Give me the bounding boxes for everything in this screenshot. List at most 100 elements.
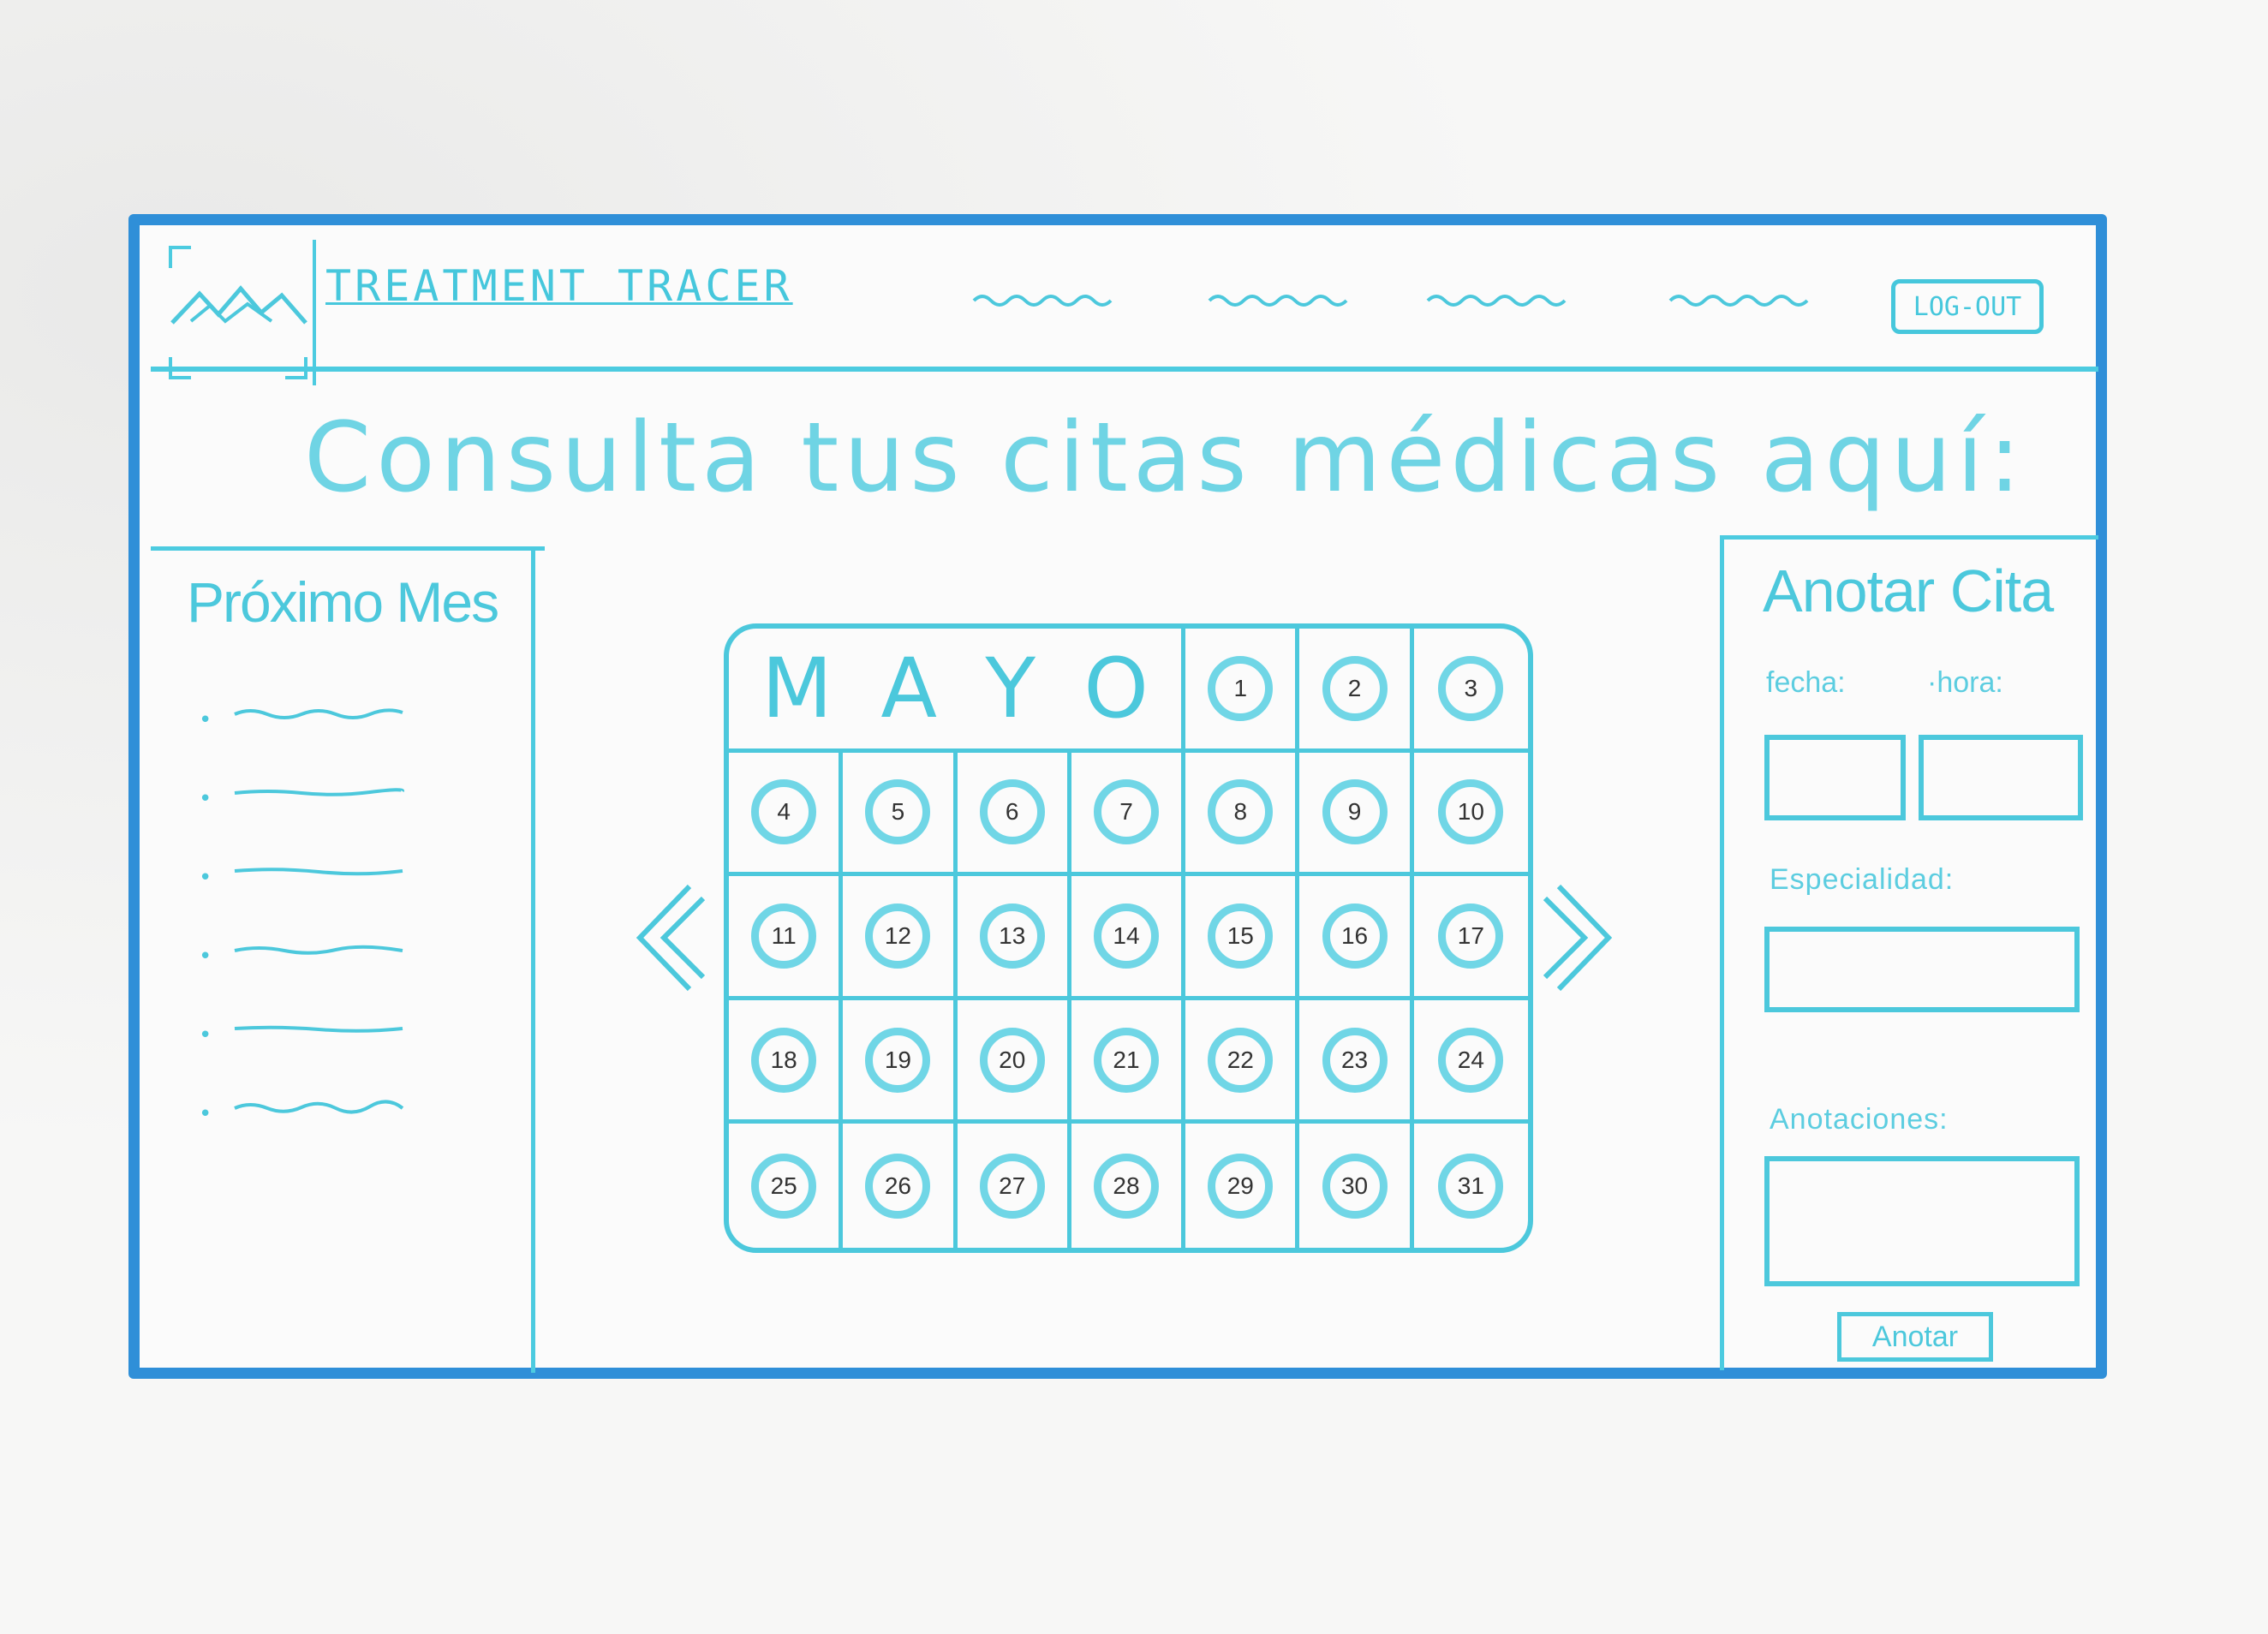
calendar-day-cell[interactable]: 14	[1071, 876, 1186, 1000]
day-21[interactable]: 21	[1093, 1027, 1159, 1093]
day-3[interactable]: 3	[1438, 655, 1504, 721]
calendar-day-cell[interactable]: 7	[1071, 752, 1186, 877]
calendar-day-cell[interactable]: 24	[1413, 1000, 1528, 1124]
chevron-left-icon[interactable]	[630, 878, 707, 998]
month-letter: O	[1083, 640, 1149, 736]
calendar-day-cell[interactable]: 22	[1185, 999, 1300, 1124]
day-8[interactable]: 8	[1208, 779, 1274, 845]
fecha-input[interactable]	[1764, 735, 1906, 820]
calendar-day-cell[interactable]: 28	[1071, 1124, 1186, 1248]
calendar-day-cell[interactable]: 31	[1414, 1124, 1528, 1248]
calendar-month-header: M A Y O	[729, 629, 1186, 753]
placeholder-line	[234, 1025, 403, 1033]
day-7[interactable]: 7	[1093, 779, 1159, 845]
anotaciones-label: Anotaciones:	[1770, 1103, 1949, 1136]
day-24[interactable]: 24	[1438, 1027, 1504, 1093]
form-panel-top-border	[1722, 535, 2098, 540]
calendar-day-cell[interactable]: 17	[1413, 876, 1528, 1000]
bullet-icon: •	[199, 944, 212, 969]
calendar-day-cell[interactable]: 4	[729, 752, 844, 877]
header-divider	[151, 367, 2098, 372]
day-23[interactable]: 23	[1322, 1027, 1388, 1093]
calendar-grid: M A Y O 1 2 3 4 5 6 7 8 9 10 11 12 13 14…	[724, 623, 1533, 1253]
day-10[interactable]: 10	[1438, 779, 1504, 845]
nav-link-1[interactable]	[972, 287, 1122, 313]
day-1[interactable]: 1	[1208, 655, 1274, 721]
calendar-day-cell[interactable]: 27	[958, 1124, 1071, 1248]
page-title: Consulta tus citas médicas aquí:	[304, 403, 2026, 514]
day-17[interactable]: 17	[1438, 903, 1504, 969]
day-15[interactable]: 15	[1208, 903, 1274, 969]
calendar-day-cell[interactable]: 20	[957, 999, 1071, 1124]
calendar-day-cell[interactable]: 15	[1185, 876, 1300, 1000]
day-11[interactable]: 11	[751, 903, 817, 969]
placeholder-squiggle	[972, 295, 1113, 307]
nav-link-2[interactable]	[1208, 287, 1358, 313]
calendar-day-cell[interactable]: 21	[1071, 999, 1186, 1124]
day-25[interactable]: 25	[751, 1153, 817, 1219]
day-22[interactable]: 22	[1208, 1027, 1274, 1093]
day-12[interactable]: 12	[865, 903, 931, 969]
calendar-day-cell[interactable]: 3	[1413, 629, 1528, 753]
hora-input[interactable]	[1919, 735, 2083, 820]
placeholder-squiggle	[1208, 295, 1348, 307]
sidebar-right-border	[531, 546, 535, 1373]
app-title[interactable]: TREATMENT TRACER	[325, 261, 793, 311]
calendar-day-cell[interactable]: 26	[843, 1124, 958, 1248]
nav-link-3[interactable]	[1426, 287, 1576, 313]
calendar-day-cell[interactable]: 25	[729, 1124, 844, 1248]
chevron-right-icon[interactable]	[1542, 878, 1619, 998]
bullet-icon: •	[199, 786, 212, 812]
especialidad-input[interactable]	[1764, 927, 2080, 1012]
day-19[interactable]: 19	[865, 1027, 931, 1093]
day-18[interactable]: 18	[751, 1027, 817, 1093]
anotaciones-textarea[interactable]	[1764, 1156, 2080, 1286]
day-2[interactable]: 2	[1322, 655, 1388, 721]
hora-label: ·hora:	[1927, 666, 2003, 699]
calendar-day-cell[interactable]: 11	[729, 876, 844, 1000]
day-13[interactable]: 13	[979, 903, 1045, 969]
prev-month-arrow	[636, 884, 706, 992]
calendar-day-cell[interactable]: 10	[1413, 753, 1528, 877]
day-31[interactable]: 31	[1438, 1153, 1504, 1219]
calendar-day-cell[interactable]: 29	[1185, 1124, 1300, 1248]
bullet-icon: •	[199, 1023, 212, 1048]
anotar-button[interactable]: Anotar	[1837, 1312, 1993, 1362]
calendar-day-cell[interactable]: 12	[843, 876, 958, 1000]
calendar-day-cell[interactable]: 6	[957, 752, 1071, 877]
mountain-logo-icon[interactable]	[165, 244, 311, 381]
calendar-day-cell[interactable]: 1	[1185, 629, 1300, 753]
day-26[interactable]: 26	[865, 1153, 931, 1219]
day-9[interactable]: 9	[1322, 779, 1388, 845]
day-20[interactable]: 20	[979, 1027, 1045, 1093]
day-16[interactable]: 16	[1322, 903, 1388, 969]
day-30[interactable]: 30	[1322, 1153, 1388, 1219]
calendar-day-cell[interactable]: 30	[1299, 1124, 1414, 1248]
calendar-day-cell[interactable]: 13	[957, 876, 1071, 1000]
month-letter: M	[761, 640, 833, 736]
day-29[interactable]: 29	[1208, 1153, 1274, 1219]
day-4[interactable]: 4	[751, 779, 817, 845]
calendar-day-cell[interactable]: 19	[843, 999, 958, 1124]
logout-button[interactable]: LOG-OUT	[1891, 279, 2044, 334]
day-28[interactable]: 28	[1093, 1153, 1159, 1219]
especialidad-label: Especialidad:	[1770, 863, 1955, 896]
calendar-day-cell[interactable]: 23	[1299, 999, 1414, 1124]
calendar-day-cell[interactable]: 9	[1299, 752, 1414, 877]
logo-corner	[169, 246, 191, 268]
day-14[interactable]: 14	[1093, 903, 1159, 969]
month-letter: Y	[985, 640, 1036, 736]
calendar-day-cell[interactable]: 5	[843, 752, 958, 877]
nav-link-4[interactable]	[1668, 287, 1818, 313]
calendar-day-cell[interactable]: 18	[729, 999, 844, 1124]
day-6[interactable]: 6	[979, 779, 1045, 845]
fecha-label: fecha:	[1766, 666, 1846, 699]
placeholder-line	[234, 1100, 404, 1114]
calendar-day-cell[interactable]: 16	[1299, 876, 1414, 1000]
placeholder-squiggle	[1426, 295, 1567, 307]
calendar-day-cell[interactable]: 2	[1299, 629, 1414, 753]
calendar-day-cell[interactable]: 8	[1185, 752, 1300, 877]
placeholder-line	[234, 788, 404, 796]
day-27[interactable]: 27	[979, 1153, 1045, 1219]
day-5[interactable]: 5	[865, 779, 931, 845]
